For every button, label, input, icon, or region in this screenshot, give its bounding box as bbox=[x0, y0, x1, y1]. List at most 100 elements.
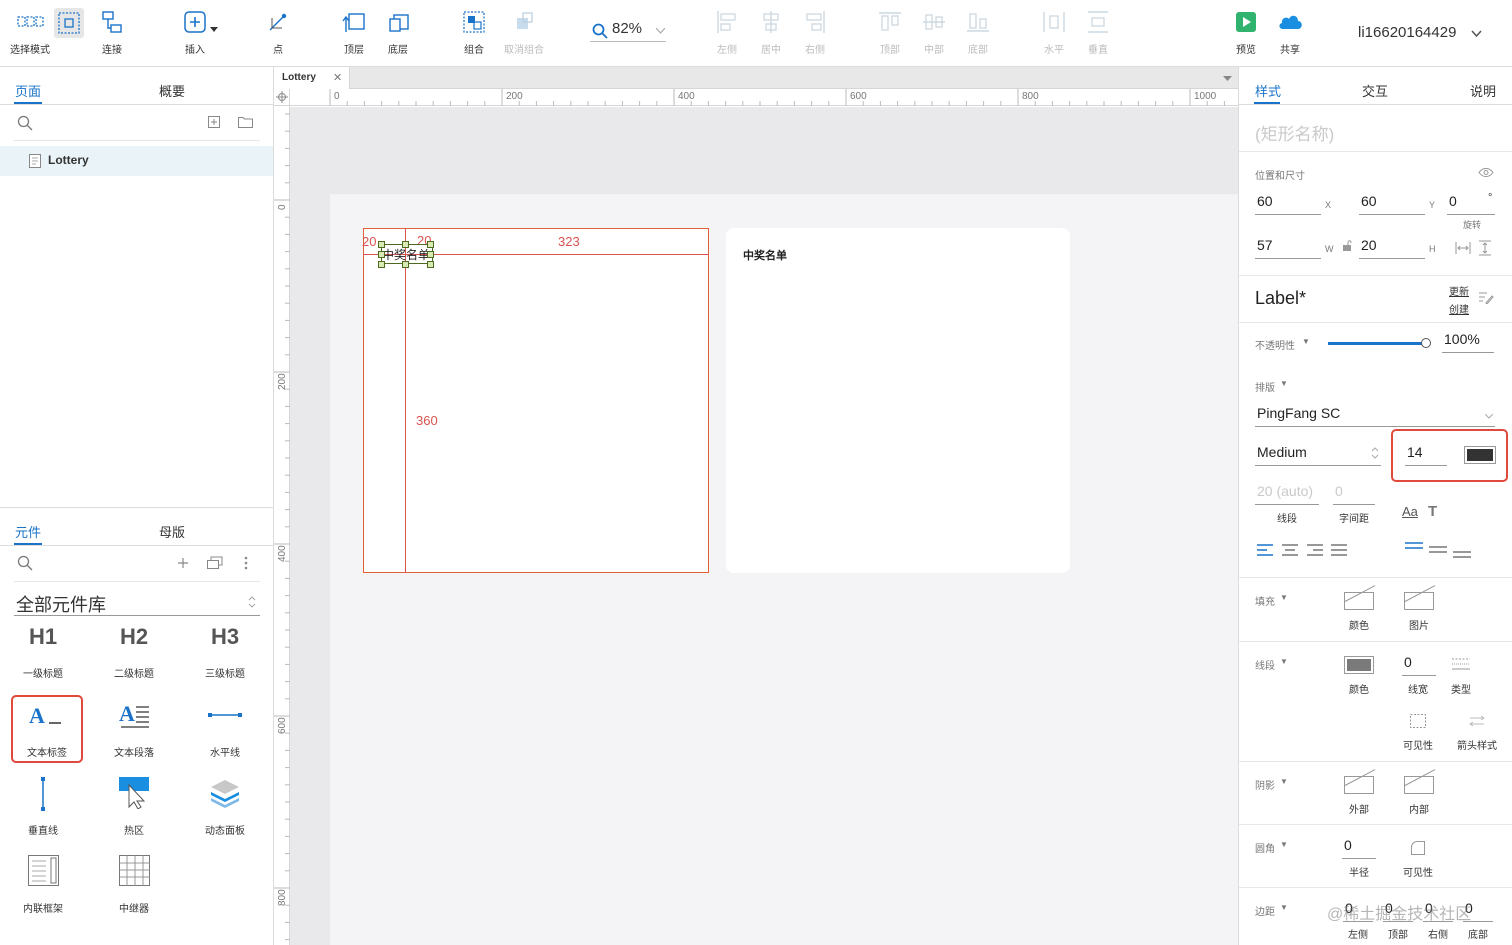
shadow-outer-swatch[interactable] bbox=[1344, 769, 1376, 794]
ungroup-button[interactable]: 取消组合 bbox=[494, 8, 554, 56]
widget-horizontal-line[interactable]: 水平线 bbox=[190, 697, 260, 761]
fit-height-icon[interactable] bbox=[1478, 240, 1492, 256]
align-bottom-button[interactable]: 底部 bbox=[948, 8, 1008, 56]
zoom-control[interactable]: 82% bbox=[590, 20, 666, 42]
user-chevron-down-icon[interactable] bbox=[1471, 30, 1482, 37]
widget-h2[interactable]: H2 二级标题 bbox=[99, 618, 169, 682]
border-chevron-icon[interactable]: ▼ bbox=[1280, 657, 1288, 666]
add-page-icon[interactable] bbox=[208, 116, 220, 128]
y-input[interactable]: 60 bbox=[1359, 193, 1425, 215]
font-weight-select[interactable]: Medium bbox=[1255, 444, 1381, 466]
resize-handle-nw[interactable] bbox=[378, 241, 385, 248]
opacity-slider-knob[interactable] bbox=[1421, 338, 1431, 348]
winner-card-left[interactable] bbox=[363, 228, 709, 573]
text-case-icon[interactable]: Aa bbox=[1402, 504, 1418, 519]
shape-name-input[interactable]: (矩形名称) bbox=[1255, 120, 1334, 145]
tab-style[interactable]: 样式 bbox=[1255, 81, 1281, 100]
font-family-select[interactable]: PingFang SC bbox=[1255, 405, 1495, 427]
search-icon[interactable] bbox=[17, 555, 33, 571]
update-style-link[interactable]: 更新 bbox=[1449, 283, 1469, 298]
opacity-chevron-icon[interactable]: ▼ bbox=[1302, 337, 1310, 346]
fit-width-icon[interactable] bbox=[1455, 241, 1471, 255]
border-visibility-icon[interactable] bbox=[1410, 714, 1426, 728]
distribute-v-button[interactable]: 垂直 bbox=[1068, 8, 1128, 56]
border-width-input[interactable]: 0 bbox=[1402, 654, 1436, 676]
font-size-input[interactable]: 14 bbox=[1405, 444, 1447, 466]
shadow-chevron-icon[interactable]: ▼ bbox=[1280, 777, 1288, 786]
align-text-left-icon[interactable] bbox=[1257, 544, 1273, 556]
widget-vertical-line[interactable]: 垂直线 bbox=[8, 775, 78, 839]
arrow-style-icon[interactable] bbox=[1468, 715, 1486, 727]
corner-radius-input[interactable]: 0 bbox=[1342, 837, 1376, 859]
align-text-right-icon[interactable] bbox=[1307, 544, 1323, 556]
tab-notes[interactable]: 说明 bbox=[1470, 81, 1496, 100]
insert-chevron-down-icon[interactable] bbox=[210, 27, 218, 33]
corner-chevron-icon[interactable]: ▼ bbox=[1280, 840, 1288, 849]
fill-color-swatch[interactable] bbox=[1344, 585, 1376, 610]
add-library-icon[interactable] bbox=[177, 557, 189, 569]
widget-text-paragraph[interactable]: A 文本段落 bbox=[99, 697, 169, 761]
tab-masters[interactable]: 母版 bbox=[159, 522, 185, 541]
resize-handle-n[interactable] bbox=[402, 241, 409, 248]
resize-handle-sw[interactable] bbox=[378, 261, 385, 268]
vertical-ruler[interactable]: 0 200 400 600 800 bbox=[274, 106, 290, 945]
add-folder-icon[interactable] bbox=[238, 116, 253, 128]
winner-card-right[interactable]: 中奖名单 bbox=[726, 228, 1070, 573]
align-right-button[interactable]: 右侧 bbox=[785, 8, 845, 56]
library-window-icon[interactable] bbox=[207, 556, 223, 569]
point-button[interactable]: 点 bbox=[248, 8, 308, 56]
send-back-button[interactable]: 底层 bbox=[368, 8, 428, 56]
lock-ratio-icon[interactable] bbox=[1342, 240, 1352, 251]
widget-inline-frame[interactable]: 内联框架 bbox=[8, 853, 78, 917]
valign-top-icon[interactable] bbox=[1405, 542, 1423, 550]
user-account[interactable]: li16620164429 bbox=[1358, 24, 1456, 41]
select-mode-toggle[interactable] bbox=[54, 8, 84, 38]
eye-icon[interactable] bbox=[1478, 167, 1494, 178]
shadow-inner-swatch[interactable] bbox=[1404, 769, 1436, 794]
border-type-icon[interactable] bbox=[1452, 658, 1470, 670]
page-item-lottery[interactable]: Lottery bbox=[0, 146, 273, 176]
document-tab-lottery[interactable]: Lottery ✕ bbox=[274, 67, 350, 89]
close-tab-icon[interactable]: ✕ bbox=[333, 71, 342, 84]
library-select[interactable]: 全部元件库 bbox=[14, 590, 260, 616]
widget-h1[interactable]: H1 一级标题 bbox=[8, 618, 78, 682]
tab-interaction[interactable]: 交互 bbox=[1362, 81, 1388, 100]
line-height-input[interactable]: 20 (auto) bbox=[1255, 483, 1319, 505]
letter-spacing-input[interactable]: 0 bbox=[1333, 483, 1375, 505]
resize-handle-e[interactable] bbox=[427, 251, 434, 258]
tab-outline[interactable]: 概要 bbox=[159, 81, 185, 100]
resize-handle-ne[interactable] bbox=[427, 241, 434, 248]
search-icon[interactable] bbox=[17, 115, 33, 131]
widget-h3[interactable]: H3 三级标题 bbox=[190, 618, 260, 682]
connect-button[interactable]: 连接 bbox=[82, 8, 142, 56]
border-color-swatch[interactable] bbox=[1344, 656, 1374, 674]
opacity-slider[interactable] bbox=[1328, 338, 1431, 348]
valign-middle-icon[interactable] bbox=[1429, 546, 1447, 554]
edit-style-icon[interactable] bbox=[1478, 291, 1494, 304]
x-input[interactable]: 60 bbox=[1255, 193, 1321, 215]
select-mode-button[interactable]: 选择模式 bbox=[0, 8, 60, 56]
share-button[interactable]: 共享 bbox=[1260, 8, 1320, 56]
tabs-dropdown-icon[interactable] bbox=[1223, 76, 1232, 82]
height-input[interactable]: 20 bbox=[1359, 237, 1425, 259]
font-color-swatch[interactable] bbox=[1464, 446, 1496, 464]
style-name[interactable]: Label* bbox=[1255, 288, 1306, 309]
widget-dynamic-panel[interactable]: 动态面板 bbox=[190, 775, 260, 839]
resize-handle-s[interactable] bbox=[402, 261, 409, 268]
fill-image-swatch[interactable] bbox=[1404, 585, 1436, 610]
text-style-icon[interactable]: T bbox=[1428, 503, 1437, 520]
corner-visibility-icon[interactable] bbox=[1411, 841, 1425, 855]
widget-hotspot[interactable]: 热区 bbox=[99, 775, 169, 839]
horizontal-ruler[interactable]: 0 200 400 600 800 1000 bbox=[290, 89, 1238, 106]
fill-chevron-icon[interactable]: ▼ bbox=[1280, 593, 1288, 602]
create-style-link[interactable]: 创建 bbox=[1449, 301, 1469, 316]
tab-pages[interactable]: 页面 bbox=[15, 81, 41, 100]
align-text-center-icon[interactable] bbox=[1282, 544, 1298, 556]
ruler-corner[interactable] bbox=[274, 89, 290, 106]
tab-widgets[interactable]: 元件 bbox=[15, 522, 41, 541]
padding-chevron-icon[interactable]: ▼ bbox=[1280, 903, 1288, 912]
widget-repeater[interactable]: 中继器 bbox=[99, 853, 169, 917]
align-text-justify-icon[interactable] bbox=[1331, 544, 1347, 556]
valign-bottom-icon[interactable] bbox=[1453, 551, 1471, 559]
width-input[interactable]: 57 bbox=[1255, 237, 1321, 259]
